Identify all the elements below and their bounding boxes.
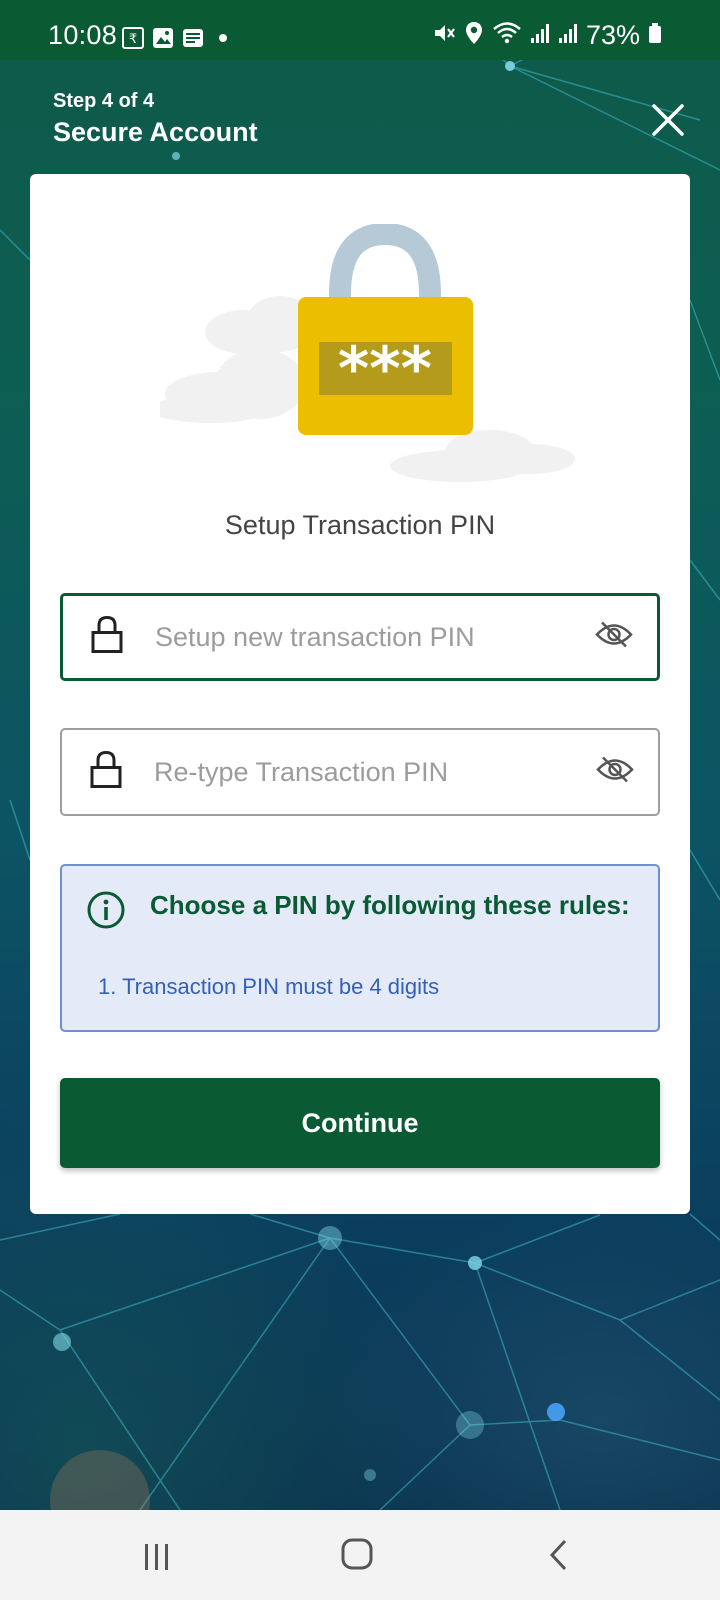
location-icon (464, 21, 484, 50)
dot-icon (212, 27, 234, 54)
signal-icon (530, 21, 550, 50)
eye-off-icon[interactable] (596, 754, 634, 791)
close-icon[interactable] (648, 100, 688, 140)
wifi-icon (492, 21, 522, 50)
home-icon[interactable] (333, 1532, 383, 1578)
mute-icon (432, 21, 456, 50)
card-title: Setup Transaction PIN (224, 510, 496, 540)
eye-off-icon[interactable] (595, 619, 633, 656)
news-icon (182, 27, 204, 54)
padlock-illustration: *** (150, 222, 610, 484)
page-title: Secure Account (53, 117, 258, 147)
recents-icon[interactable] (131, 1532, 181, 1578)
retype-pin-field[interactable] (60, 728, 660, 816)
status-left-icons: ₹ (122, 27, 234, 54)
image-icon (152, 27, 174, 54)
new-pin-input[interactable] (155, 596, 587, 678)
lock-icon (91, 615, 123, 659)
battery-icon (648, 21, 662, 50)
back-icon[interactable] (535, 1532, 585, 1578)
status-time: 10:08 (48, 20, 118, 50)
pin-mask-text: *** (338, 334, 432, 404)
continue-button[interactable]: Continue (60, 1078, 660, 1168)
rules-title: Choose a PIN by following these rules: (150, 890, 630, 920)
battery-percent: 73% (585, 20, 640, 50)
retype-pin-input[interactable] (154, 730, 588, 814)
status-right-icons: 73% (432, 20, 662, 51)
navigation-bar (0, 1510, 720, 1600)
info-icon (86, 890, 126, 935)
pin-rules-box: Choose a PIN by following these rules: 1… (60, 864, 660, 1032)
status-bar: 10:08 ₹ 73% (0, 0, 720, 60)
step-indicator: Step 4 of 4 (53, 90, 155, 112)
rupee-icon: ₹ (122, 27, 144, 54)
signal-icon (558, 21, 578, 50)
lock-icon (90, 750, 122, 794)
svg-text:₹: ₹ (129, 32, 137, 47)
secure-account-card: *** Setup Transaction PIN Choose a PIN b… (30, 174, 690, 1214)
rule-item: 1. Transaction PIN must be 4 digits (98, 974, 440, 999)
new-pin-field[interactable] (60, 593, 660, 681)
